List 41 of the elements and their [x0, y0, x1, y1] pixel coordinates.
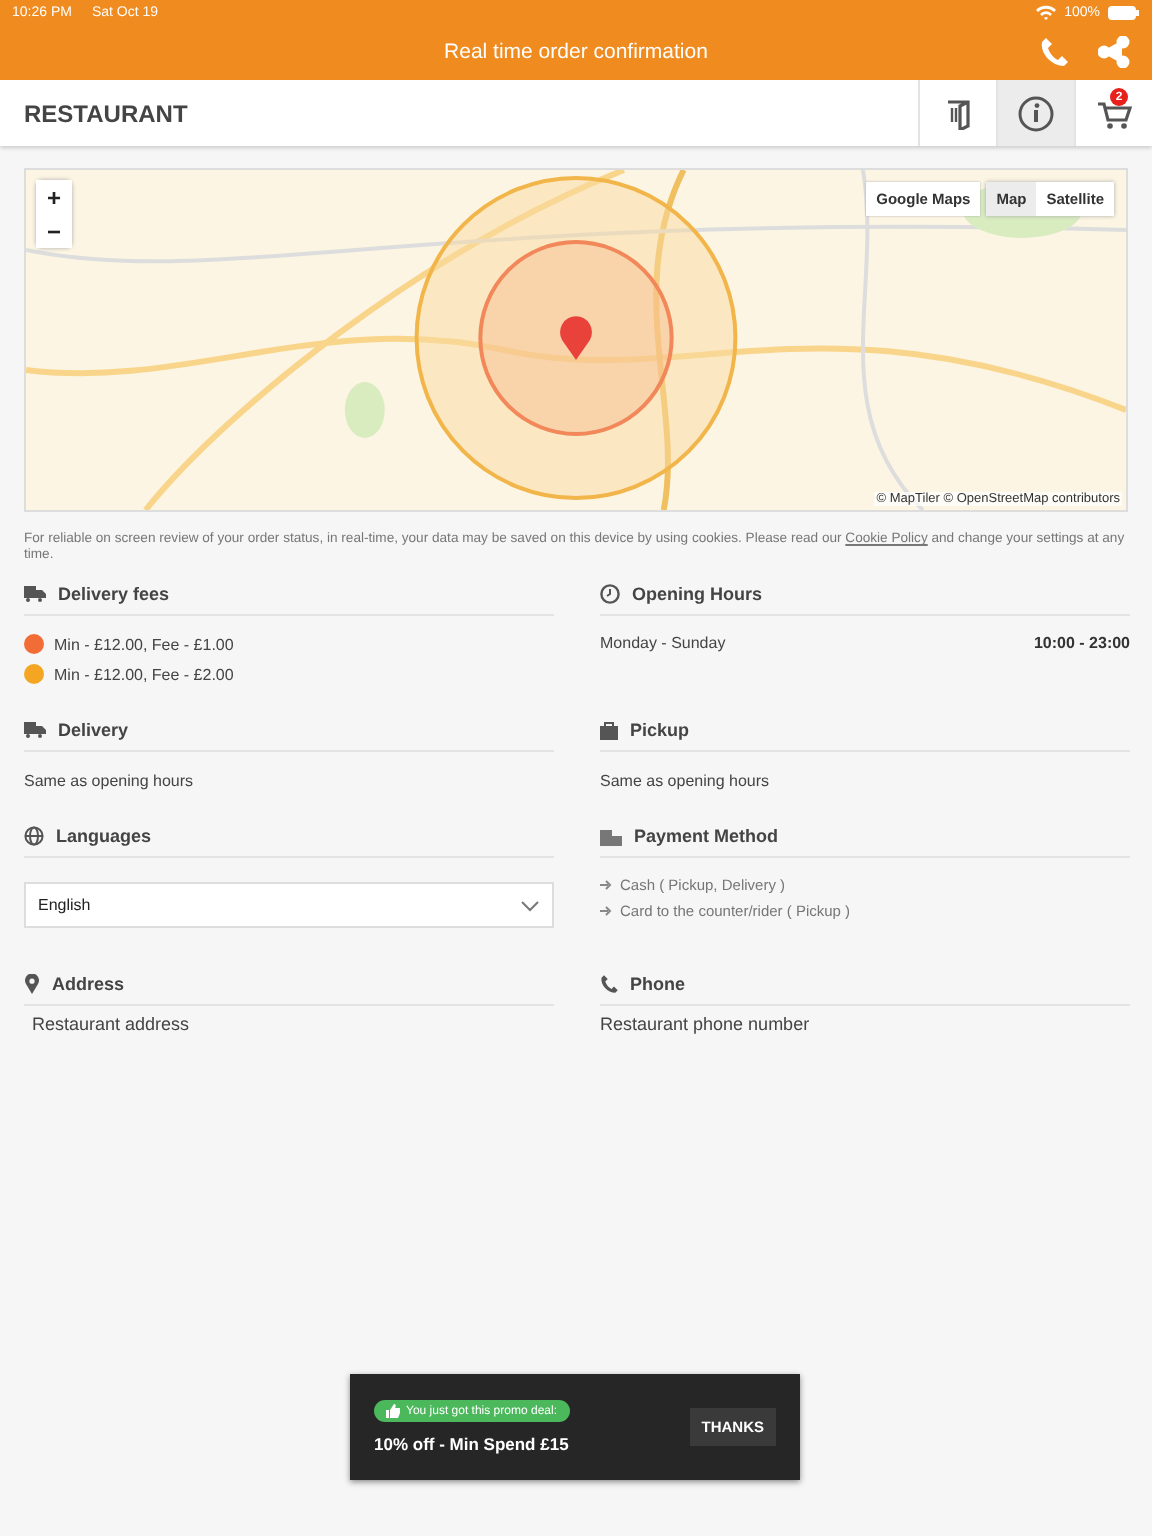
section-title: Delivery fees — [58, 584, 170, 604]
restaurant-title: RESTAURANT — [22, 99, 190, 127]
header-title: Real time order confirmation — [444, 40, 708, 64]
cards-icon — [600, 827, 622, 845]
section-title: Phone — [630, 974, 686, 994]
clock-icon — [600, 584, 620, 604]
section-title: Payment Method — [634, 826, 779, 846]
language-select[interactable]: English — [24, 882, 554, 928]
truck-icon — [24, 586, 46, 602]
arrow-right-icon — [600, 906, 612, 916]
map-pin-icon — [24, 974, 40, 994]
fee-text: Min - £12.00, Fee - £2.00 — [54, 665, 234, 683]
wifi-icon — [1036, 4, 1057, 20]
truck-icon — [24, 722, 46, 738]
globe-icon — [24, 826, 44, 846]
section-title: Opening Hours — [632, 584, 762, 604]
phone-text: Restaurant phone number — [600, 1014, 812, 1034]
cart-icon — [1096, 97, 1132, 129]
pickup-text: Same as opening hours — [600, 772, 771, 790]
delivery-text: Same as opening hours — [24, 772, 195, 790]
chevron-down-icon — [520, 899, 540, 911]
arrow-right-icon — [600, 880, 612, 890]
menu-button[interactable] — [918, 80, 996, 146]
promo-text: 10% off - Min Spend £15 — [374, 1434, 569, 1454]
section-title: Delivery — [58, 720, 129, 740]
section-title: Address — [52, 974, 125, 994]
address-text: Restaurant address — [30, 1014, 192, 1034]
days-text: Monday - Sunday — [600, 634, 726, 652]
thumbs-up-icon — [386, 1404, 400, 1418]
hours-text: 10:00 - 23:00 — [1033, 634, 1130, 652]
zoom-out-button[interactable]: − — [36, 214, 72, 248]
zoom-in-button[interactable]: + — [36, 180, 72, 214]
section-title: Languages — [56, 826, 152, 846]
info-button[interactable] — [996, 80, 1074, 146]
bag-icon — [600, 720, 618, 740]
door-icon — [944, 97, 972, 129]
fee-text: Min - £12.00, Fee - £1.00 — [54, 635, 234, 653]
info-icon — [1018, 95, 1054, 131]
battery-icon — [1108, 5, 1140, 19]
phone-icon — [600, 974, 618, 994]
section-title: Pickup — [630, 720, 690, 740]
